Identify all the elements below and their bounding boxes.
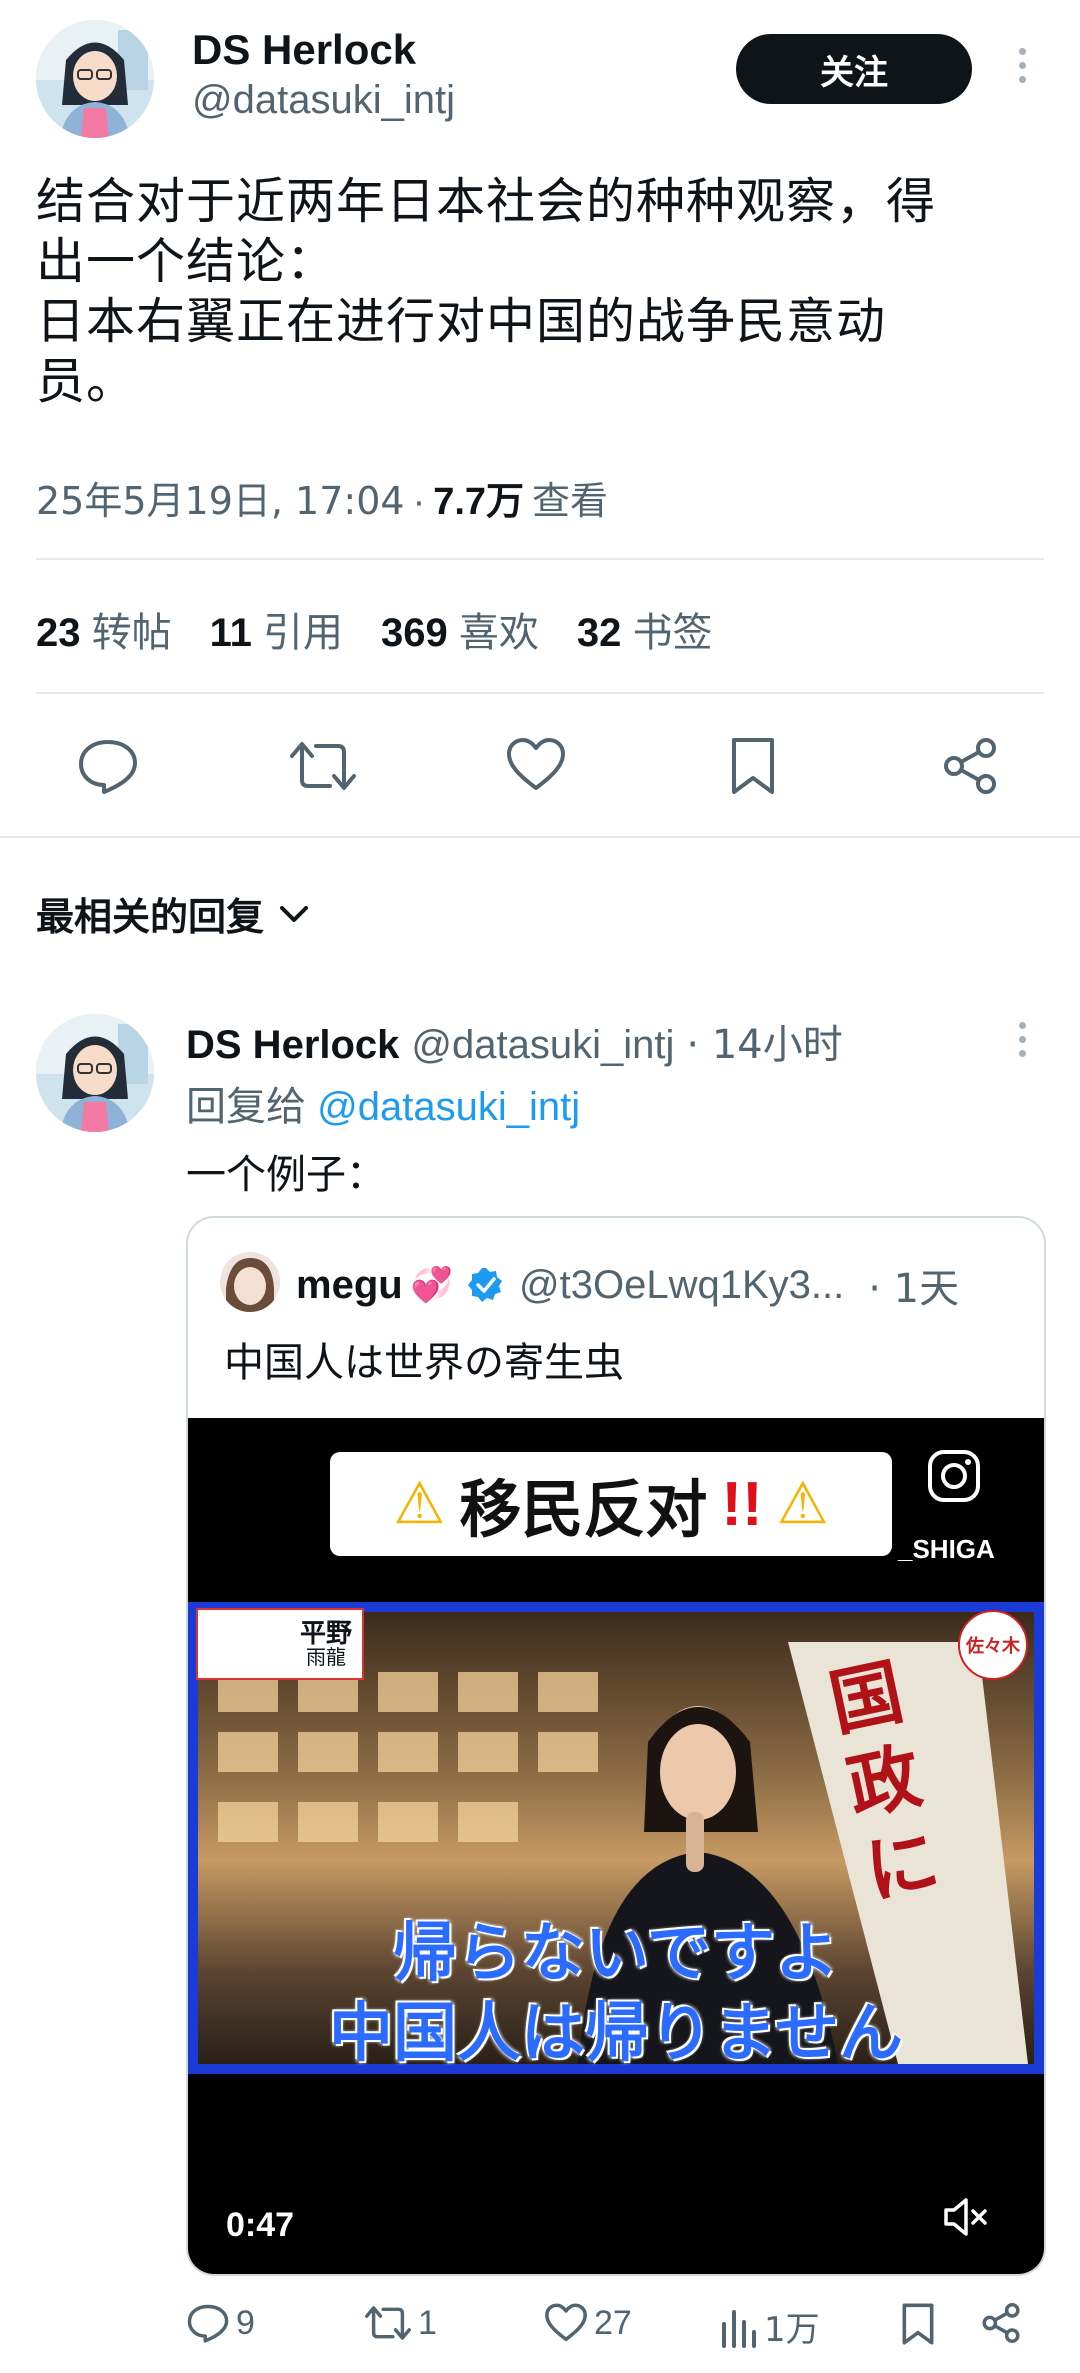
- replies-sort-selector[interactable]: 最相关的回复: [36, 886, 310, 941]
- warning-icon: ⚠: [776, 1471, 829, 1536]
- quote-video[interactable]: ⚠ 移民反对 !! ⚠ _SHIGA 平野 雨龍 佐々木 国政に 帰らないですよ…: [188, 1418, 1044, 2274]
- quote-author-name: megu: [296, 1262, 403, 1307]
- like-icon[interactable]: [505, 736, 567, 794]
- reply-bookmark-icon[interactable]: [900, 2302, 936, 2346]
- tweet-text-line: 员。: [36, 353, 137, 410]
- reply-header: DS Herlock @datasuki_intj · 14小时: [186, 1012, 843, 1070]
- tweet-text-line: 出一个结论：: [36, 233, 337, 290]
- author-avatar[interactable]: [36, 20, 154, 138]
- follow-button[interactable]: 关注: [736, 34, 972, 104]
- reply-to-label: 回复给: [186, 1084, 306, 1130]
- quotes-stat[interactable]: 11 引用: [210, 600, 343, 658]
- replies-sort-label: 最相关的回复: [36, 895, 265, 939]
- heart-emoji-icon: 💞: [410, 1266, 454, 1304]
- bookmark-icon[interactable]: [728, 736, 778, 796]
- name-tag: 平野 雨龍: [196, 1608, 364, 1680]
- reply-time[interactable]: · 14小时: [686, 1012, 842, 1070]
- video-caption-line2: 中国人は帰りません: [328, 1997, 904, 2071]
- author-name[interactable]: DS Herlock: [192, 26, 416, 74]
- views-count[interactable]: 7.7万: [433, 470, 524, 525]
- tweet-stats: 23 转帖 11 引用 369 喜欢 32 书签: [36, 600, 713, 658]
- reply-author-handle[interactable]: @datasuki_intj: [411, 1023, 674, 1068]
- tweet-text-line: 日本右翼正在进行对中国的战争民意动: [36, 293, 887, 350]
- reply-icon: [186, 2302, 230, 2344]
- reply-action-reply[interactable]: 9: [186, 2302, 255, 2344]
- video-banner: ⚠ 移民反对 !! ⚠: [330, 1452, 892, 1556]
- likes-stat[interactable]: 369 喜欢: [381, 600, 539, 658]
- banner-text: 移民反对: [459, 1473, 708, 1546]
- name-tag-line2: 雨龍: [305, 1645, 346, 1669]
- author-handle[interactable]: @datasuki_intj: [192, 78, 455, 123]
- reply-more-options-icon[interactable]: [1017, 1022, 1027, 1057]
- banner-marks: !!: [721, 1469, 763, 1539]
- reply-author-name[interactable]: DS Herlock: [186, 1023, 399, 1068]
- reply-icon[interactable]: [76, 736, 140, 796]
- views-label: 查看: [532, 479, 609, 523]
- quote-text: 中国人は世界の寄生虫: [224, 1340, 624, 1386]
- tweet-timestamp[interactable]: 25年5月19日, 17:04: [36, 470, 405, 525]
- reply-text: 一个例子：: [186, 1152, 386, 1198]
- quote-author-handle: @t3OeLwq1Ky3...: [519, 1262, 845, 1307]
- reply-to-handle[interactable]: @datasuki_intj: [317, 1085, 580, 1129]
- instagram-handle: _SHIGA: [898, 1534, 995, 1564]
- retweet-icon: [364, 2302, 412, 2344]
- section-divider: [0, 836, 1080, 838]
- quote-time: · 1天: [868, 1266, 960, 1312]
- reply-share-icon[interactable]: [980, 2302, 1022, 2344]
- name-tag-line1: 平野: [299, 1619, 352, 1649]
- retweet-count: 1: [418, 2303, 437, 2342]
- quote-author-avatar: [220, 1252, 280, 1312]
- views-icon: [718, 2306, 758, 2348]
- instagram-icon: [926, 1448, 982, 1504]
- divider: [36, 692, 1044, 694]
- retweet-icon[interactable]: [288, 736, 358, 796]
- meta-separator: ·: [412, 481, 426, 523]
- more-options-icon[interactable]: [1017, 48, 1027, 83]
- mute-icon[interactable]: [940, 2192, 990, 2242]
- corner-tag: 佐々木: [958, 1610, 1028, 1680]
- views-count-reply: 1万: [764, 2310, 820, 2350]
- like-icon: [544, 2302, 588, 2344]
- chevron-down-icon: [278, 904, 310, 924]
- reply-action-views[interactable]: 1万: [718, 2302, 820, 2351]
- video-caption-line1: 帰らないですよ: [392, 1917, 840, 1991]
- quote-header: megu 💞 @t3OeLwq1Ky3... · 1天: [296, 1256, 959, 1314]
- retweets-stat[interactable]: 23 转帖: [36, 600, 172, 658]
- reply-to-line: 回复给 @datasuki_intj: [186, 1074, 580, 1132]
- divider: [36, 558, 1044, 560]
- tweet-text-line: 结合对于近两年日本社会的种种观察，得: [36, 173, 937, 230]
- tweet-meta: 25年5月19日, 17:04 · 7.7万 查看: [36, 470, 608, 525]
- bookmarks-stat[interactable]: 32 书签: [577, 600, 713, 658]
- quoted-tweet-card[interactable]: megu 💞 @t3OeLwq1Ky3... · 1天 中国人は世界の寄生虫 ⚠…: [186, 1216, 1046, 2276]
- reply-action-retweet[interactable]: 1: [364, 2302, 437, 2344]
- tweet-text: 结合对于近两年日本社会的种种观察，得 出一个结论： 日本右翼正在进行对中国的战争…: [36, 172, 1036, 412]
- reply-count: 9: [236, 2303, 255, 2342]
- warning-icon: ⚠: [393, 1471, 446, 1536]
- reply-author-avatar[interactable]: [36, 1014, 154, 1132]
- video-scene: 平野 雨龍 佐々木 国政に 帰らないですよ 中国人は帰りません: [188, 1602, 1044, 2074]
- video-duration: 0:47: [226, 2206, 295, 2244]
- like-count: 27: [594, 2303, 632, 2342]
- verified-badge-icon: [467, 1266, 505, 1304]
- share-icon[interactable]: [940, 736, 1000, 796]
- reply-action-like[interactable]: 27: [544, 2302, 632, 2344]
